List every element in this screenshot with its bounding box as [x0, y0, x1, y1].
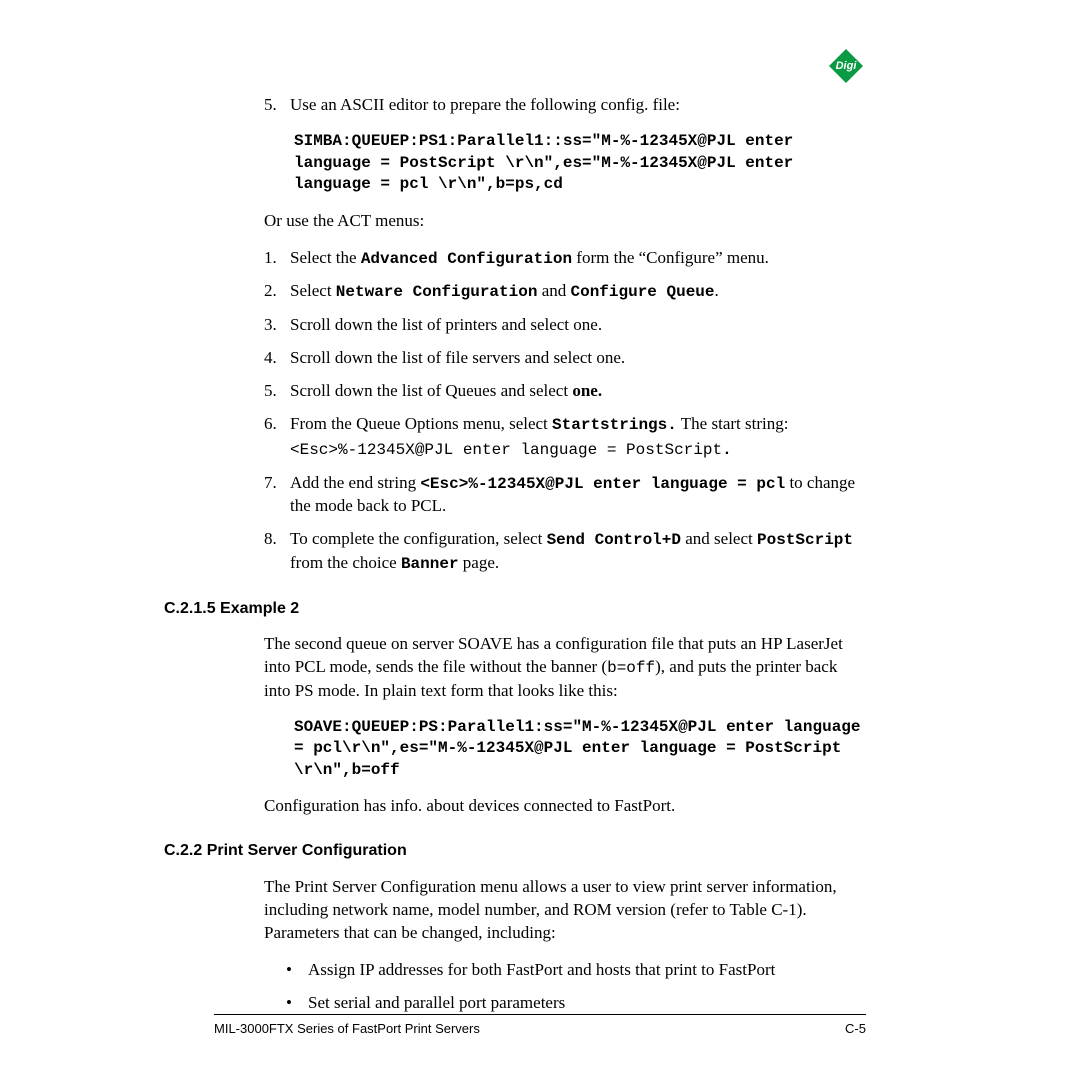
list-number: 5. — [264, 94, 290, 117]
page-content: 5. Use an ASCII editor to prepare the fo… — [214, 94, 866, 1015]
list-item: 4.Scroll down the list of file servers a… — [264, 347, 866, 370]
bullet-text: Assign IP addresses for both FastPort an… — [308, 959, 775, 982]
digi-logo: Digi — [826, 46, 866, 86]
list-item: 7.Add the end string <Esc>%-12345X@PJL e… — [264, 472, 866, 519]
list-item: 5.Scroll down the list of Queues and sel… — [264, 380, 866, 403]
list-text: From the Queue Options menu, select Star… — [290, 413, 866, 462]
bullet-item: •Assign IP addresses for both FastPort a… — [286, 959, 866, 982]
list-text: Scroll down the list of Queues and selec… — [290, 380, 866, 403]
example-2-paragraph: The second queue on server SOAVE has a c… — [264, 633, 866, 702]
print-server-paragraph: The Print Server Configuration menu allo… — [264, 876, 866, 945]
list-text: Select the Advanced Configuration form t… — [290, 247, 866, 271]
bullet-list: •Assign IP addresses for both FastPort a… — [286, 959, 866, 1015]
svg-text:Digi: Digi — [836, 60, 858, 72]
config-code-1: SIMBA:QUEUEP:PS1:Parallel1::ss="M-%-1234… — [294, 131, 866, 196]
config-code-2: SOAVE:QUEUEP:PS:Parallel1:ss="M-%-12345X… — [294, 717, 866, 782]
steps-list: 1.Select the Advanced Configuration form… — [264, 247, 866, 576]
list-text: Use an ASCII editor to prepare the follo… — [290, 94, 866, 117]
list-item: 2.Select Netware Configuration and Confi… — [264, 280, 866, 304]
list-number: 4. — [264, 347, 290, 370]
list-text: Scroll down the list of file servers and… — [290, 347, 866, 370]
list-number: 5. — [264, 380, 290, 403]
list-text: Add the end string <Esc>%-12345X@PJL ent… — [290, 472, 866, 519]
list-item: 1.Select the Advanced Configuration form… — [264, 247, 866, 271]
list-text: Select Netware Configuration and Configu… — [290, 280, 866, 304]
list-item: 8.To complete the configuration, select … — [264, 528, 866, 575]
section-example-2: C.2.1.5 Example 2 — [164, 598, 866, 620]
section-print-server: C.2.2 Print Server Configuration — [164, 840, 866, 862]
list-item: 6.From the Queue Options menu, select St… — [264, 413, 866, 462]
list-number: 3. — [264, 314, 290, 337]
config-has-text: Configuration has info. about devices co… — [264, 795, 866, 818]
or-use-text: Or use the ACT menus: — [264, 210, 866, 233]
bullet-icon: • — [286, 992, 308, 1015]
list-number: 7. — [264, 472, 290, 519]
list-number: 2. — [264, 280, 290, 304]
footer-left: MIL-3000FTX Series of FastPort Print Ser… — [214, 1021, 480, 1036]
list-number: 8. — [264, 528, 290, 575]
list-number: 6. — [264, 413, 290, 462]
bullet-icon: • — [286, 959, 308, 982]
top-step: 5. Use an ASCII editor to prepare the fo… — [264, 94, 866, 117]
list-text: To complete the configuration, select Se… — [290, 528, 866, 575]
footer-right: C-5 — [845, 1021, 866, 1036]
list-item: 3.Scroll down the list of printers and s… — [264, 314, 866, 337]
bullet-item: •Set serial and parallel port parameters — [286, 992, 866, 1015]
page-footer: MIL-3000FTX Series of FastPort Print Ser… — [214, 1014, 866, 1036]
bullet-text: Set serial and parallel port parameters — [308, 992, 565, 1015]
list-number: 1. — [264, 247, 290, 271]
list-text: Scroll down the list of printers and sel… — [290, 314, 866, 337]
